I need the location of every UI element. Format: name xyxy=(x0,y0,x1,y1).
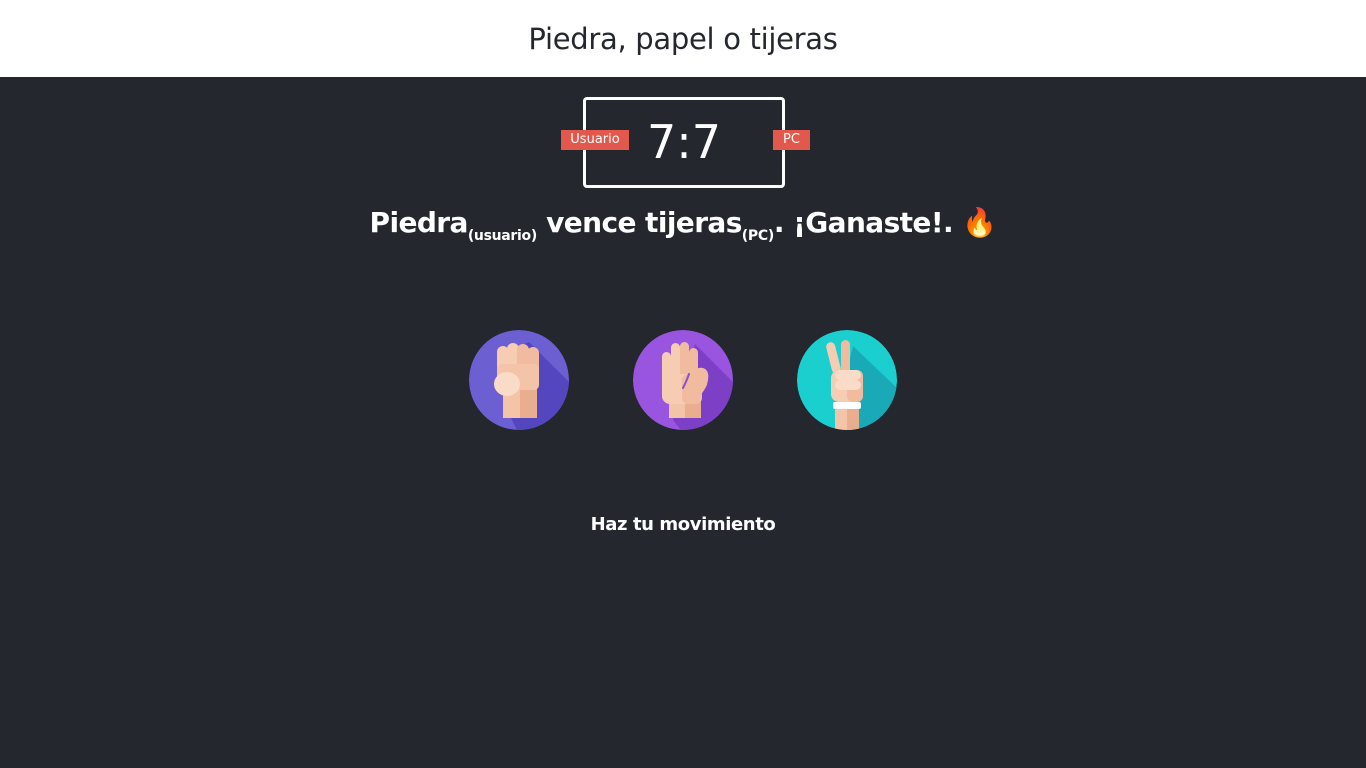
move-prompt: Haz tu movimiento xyxy=(590,514,776,535)
result-message: Piedra(usuario) vence tijeras(PC). ¡Gana… xyxy=(0,206,1366,244)
result-pc-choice: tijeras xyxy=(645,206,742,239)
paper-button[interactable] xyxy=(633,330,733,430)
rock-button[interactable] xyxy=(469,330,569,430)
result-outcome: . ¡Ganaste!. xyxy=(773,206,954,239)
header: Piedra, papel o tijeras xyxy=(0,0,1366,77)
result-pc-tag: (PC) xyxy=(741,228,774,244)
pc-badge: PC xyxy=(773,130,810,150)
scissors-button[interactable] xyxy=(797,330,897,430)
page-title: Piedra, papel o tijeras xyxy=(528,21,838,56)
result-user-choice: Piedra xyxy=(369,206,469,239)
result-verb: vence xyxy=(546,206,636,239)
result-user-tag: (usuario) xyxy=(467,228,537,244)
user-badge: Usuario xyxy=(561,130,629,150)
open-hand-icon xyxy=(633,330,733,430)
victory-hand-icon xyxy=(797,330,897,430)
fire-icon: 🔥 xyxy=(962,206,997,239)
fist-icon xyxy=(469,330,569,430)
